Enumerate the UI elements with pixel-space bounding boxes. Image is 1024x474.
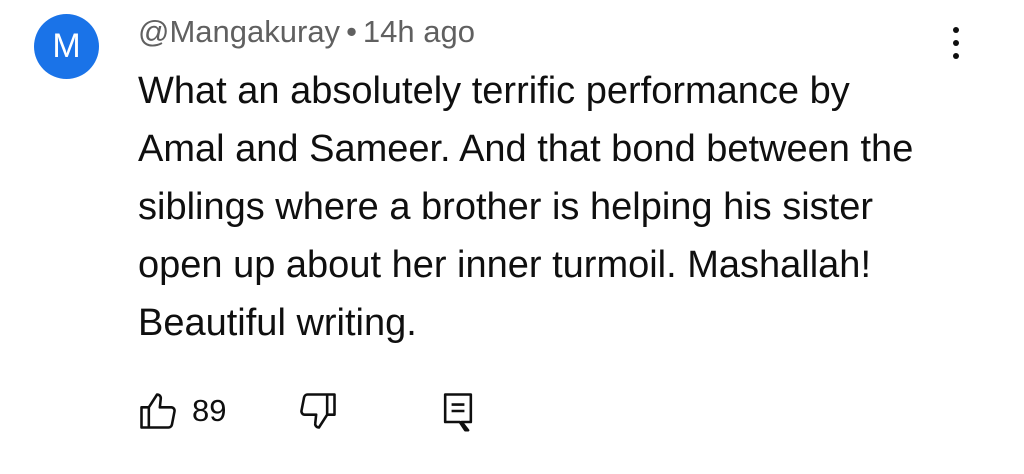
avatar-letter: M <box>52 27 81 65</box>
comment-line: Amal and Sameer. And that bond between t… <box>138 128 914 170</box>
comment-time[interactable]: 14h ago <box>363 14 475 49</box>
more-dot <box>953 53 959 59</box>
reply-comment-icon <box>443 393 473 432</box>
comment-line: Beautiful writing. <box>138 302 417 344</box>
like-count: 89 <box>192 393 227 428</box>
avatar[interactable]: M <box>34 14 99 79</box>
reply-button[interactable] <box>436 388 480 434</box>
thumbs-up-icon <box>140 393 176 429</box>
like-button[interactable]: 89 <box>136 388 226 434</box>
comment-text: What an absolutely terrific performance … <box>138 62 998 352</box>
more-vertical-icon <box>953 27 959 33</box>
comment-line: siblings where a brother is helping his … <box>138 186 874 228</box>
meta-separator: • <box>346 14 357 49</box>
comment-header: @Mangakuray • 14h ago <box>138 12 475 52</box>
dislike-button[interactable] <box>296 388 340 434</box>
comment-item: M @Mangakuray • 14h ago What an absolutely… <box>0 0 1024 474</box>
author-name[interactable]: @Mangakuray <box>138 14 340 49</box>
thumbs-down-icon <box>300 393 336 429</box>
comment-line: open up about her inner turmoil. Mashall… <box>138 244 872 286</box>
more-dot <box>953 40 959 46</box>
comment-line: What an absolutely terrific performance … <box>138 70 850 112</box>
more-options-button[interactable] <box>936 20 976 66</box>
